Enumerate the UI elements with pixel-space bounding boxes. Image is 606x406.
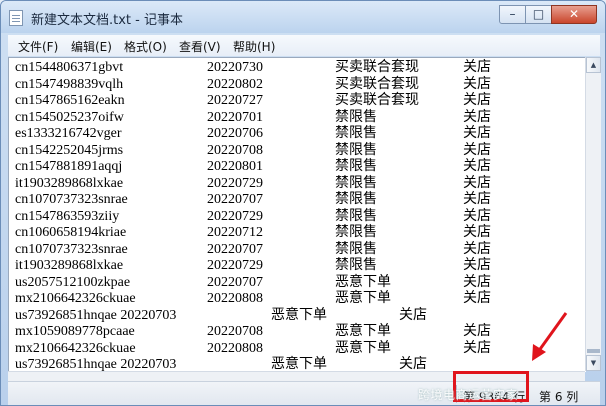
annotation-arrow-icon xyxy=(532,312,568,361)
watermark: 跨境电商运营实家 xyxy=(418,388,519,402)
